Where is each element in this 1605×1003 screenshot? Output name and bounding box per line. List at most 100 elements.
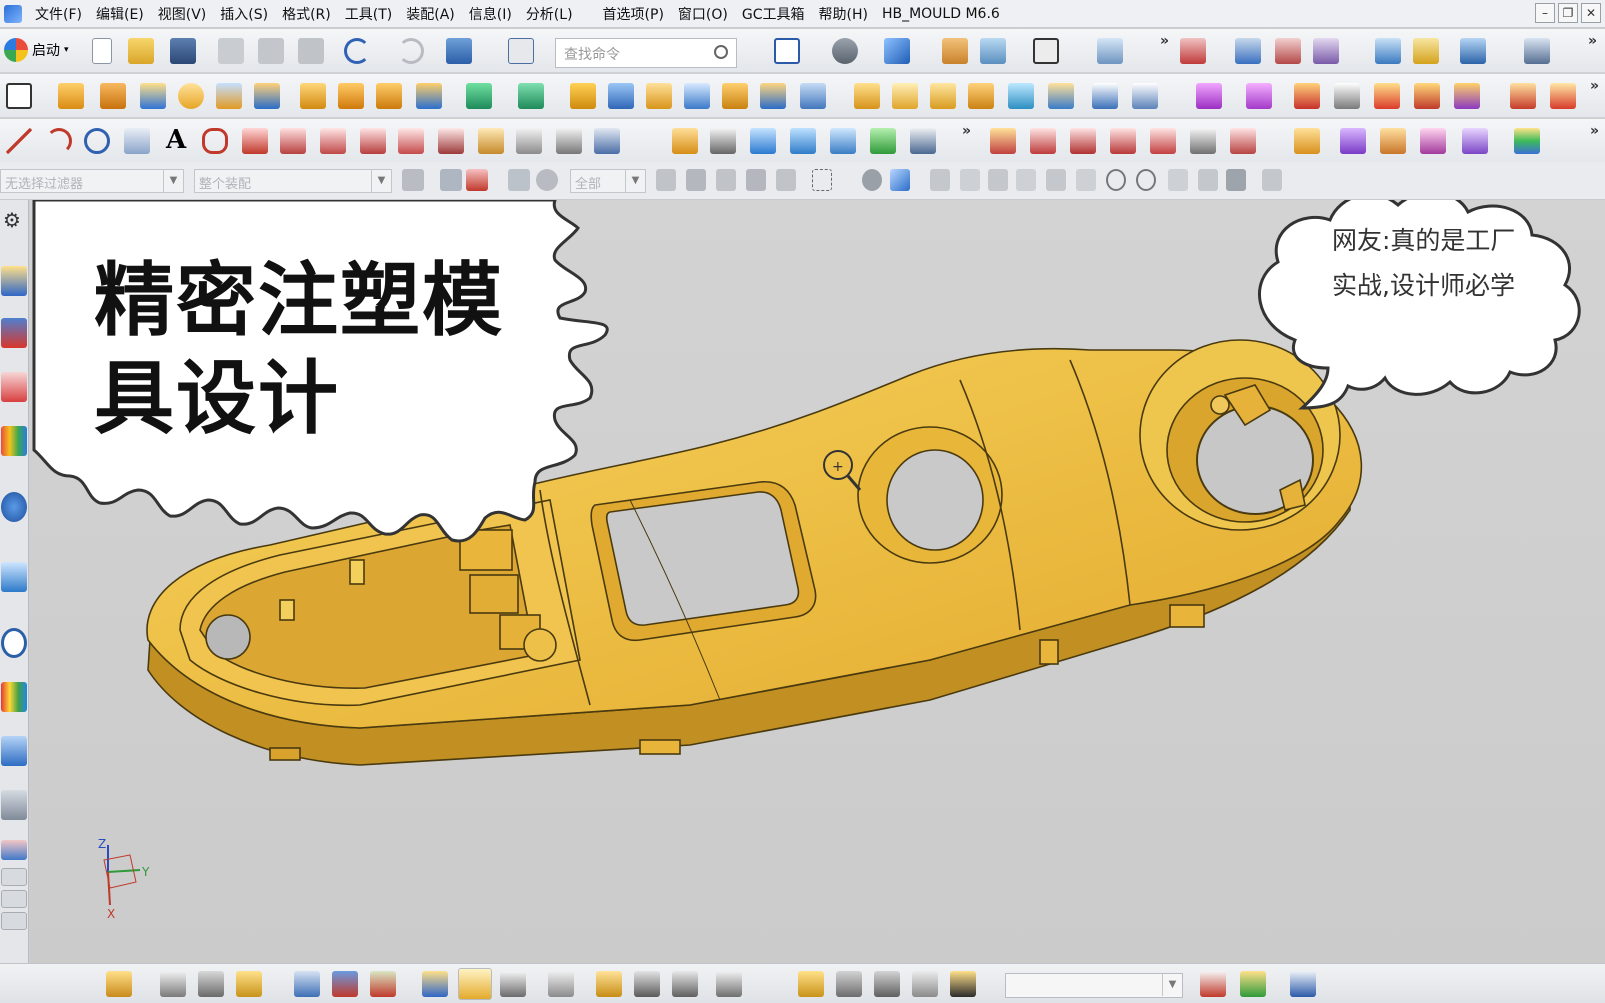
snap-curve-icon[interactable] [1016,169,1036,191]
toolbar-overflow-1[interactable]: » [1160,33,1169,49]
show-only-icon[interactable] [1200,971,1226,997]
snap-on-face-icon[interactable] [1226,169,1246,191]
hide-component-icon[interactable] [950,971,976,997]
part-navigator-icon[interactable] [1,372,27,402]
repeat-command-icon[interactable] [446,38,472,64]
history-clock-icon[interactable] [1,628,27,658]
add-component-icon[interactable] [106,971,132,997]
roles-icon[interactable] [1,840,27,860]
through-curves-icon[interactable] [672,128,698,154]
component-group-icon[interactable] [874,971,900,997]
new-file-icon[interactable] [92,38,112,64]
extract-curve-icon[interactable] [438,128,464,154]
curve-length-icon[interactable] [1110,128,1136,154]
ejector-icon[interactable] [1414,83,1440,109]
system-materials-icon[interactable] [1,682,27,712]
command-finder-icon[interactable] [508,38,534,64]
menu-file[interactable]: 文件(F) [28,4,89,24]
open-folder-icon[interactable] [128,38,154,64]
draft-icon[interactable] [800,83,826,109]
link-icon[interactable] [596,971,622,997]
cylinder-icon[interactable] [178,83,204,109]
n-sided-icon[interactable] [790,128,816,154]
layer-dropdown[interactable]: 全部 ▼ [570,169,646,193]
product-interface-icon[interactable] [798,971,824,997]
type-filter-dropdown[interactable]: 无选择过滤器 ▼ [0,169,184,193]
studio-surface-icon[interactable] [830,128,856,154]
helix-icon[interactable] [202,128,228,154]
wave-geometry-icon[interactable] [422,971,448,997]
explode-view-icon[interactable] [370,971,396,997]
snap-intersection-icon[interactable] [1046,169,1066,191]
render-style-icon[interactable] [832,38,858,64]
deformable-icon[interactable] [836,971,862,997]
sphere-icon[interactable] [254,83,280,109]
thicken-icon[interactable] [930,83,956,109]
edit-curve-icon[interactable] [990,128,1016,154]
start-button[interactable]: 启动 ▾ [4,38,69,62]
offset-face-icon[interactable] [854,83,880,109]
snap-arc-center-icon[interactable] [1136,169,1156,191]
project-curve-icon[interactable] [320,128,346,154]
web-browser-icon[interactable] [1,562,27,592]
menu-hb-mould[interactable]: HB_MOULD M6.6 [875,6,1007,22]
component-array-icon[interactable] [458,968,492,1000]
move-face-icon[interactable] [1092,83,1118,109]
snap-perpendicular-icon[interactable] [1076,169,1096,191]
isoparametric-icon[interactable] [516,128,542,154]
fill-surface-icon[interactable] [910,128,936,154]
route-icon[interactable] [1290,971,1316,997]
delete-face-icon[interactable] [1132,83,1158,109]
menu-help[interactable]: 帮助(H) [812,4,875,24]
cooling-icon[interactable] [1454,83,1480,109]
menu-tools[interactable]: 工具(T) [338,4,399,24]
scroll-middle-icon[interactable] [1,890,27,908]
select-faces-icon[interactable] [862,169,882,191]
circle-icon[interactable] [84,128,110,154]
menu-view[interactable]: 视图(V) [151,4,214,24]
sketch-icon[interactable] [6,83,32,109]
snap-midpoint-icon[interactable] [686,169,706,191]
manufacturing-wizard-icon[interactable] [1,790,27,820]
electrode-icon[interactable] [1550,83,1576,109]
save-icon[interactable] [170,38,196,64]
trim-body-icon[interactable] [608,83,634,109]
minimize-button[interactable]: – [1535,3,1555,23]
wcs-icon[interactable] [1097,38,1123,64]
undo-icon[interactable] [344,38,370,64]
spline-icon[interactable] [124,128,150,154]
face-analysis-icon[interactable] [1514,128,1540,154]
copy-icon[interactable] [258,38,284,64]
datum-csys-icon[interactable] [1180,38,1206,64]
assembly-constraints-icon[interactable] [198,971,224,997]
menu-information[interactable]: 信息(I) [462,4,519,24]
wrap-curve-icon[interactable] [478,128,504,154]
replace-component-icon[interactable] [500,971,526,997]
section-curve-icon[interactable] [398,128,424,154]
snap-circle-icon[interactable] [1106,169,1126,191]
constraint-navigator-icon[interactable] [1,318,27,348]
snap-icon[interactable] [1524,38,1550,64]
background-icon[interactable] [1033,38,1059,64]
menu-preferences[interactable]: 首选项(P) [596,4,671,24]
fillet-curve-icon[interactable] [1150,128,1176,154]
sequence-icon[interactable] [634,971,660,997]
assembly-navigator-icon[interactable] [1,266,27,296]
pad-icon[interactable] [416,83,442,109]
reuse-library-icon[interactable] [1,426,27,456]
core-cavity-icon[interactable] [1294,83,1320,109]
subtract-icon[interactable] [518,83,544,109]
smooth-spline-icon[interactable] [1230,128,1256,154]
clearance-icon[interactable] [716,971,742,997]
select-points-icon[interactable] [508,169,530,191]
command-search-input[interactable]: 查找命令 [555,38,737,68]
divide-curve-icon[interactable] [1070,128,1096,154]
x-form-icon[interactable] [1294,128,1320,154]
untrim-icon[interactable] [1462,128,1488,154]
new-component-icon[interactable] [160,971,186,997]
assembly-cut-icon[interactable] [672,971,698,997]
toolbar-overflow-2[interactable]: » [1588,33,1597,49]
line-icon[interactable] [6,128,32,154]
block-icon[interactable] [140,83,166,109]
play-icon[interactable] [1460,38,1486,64]
